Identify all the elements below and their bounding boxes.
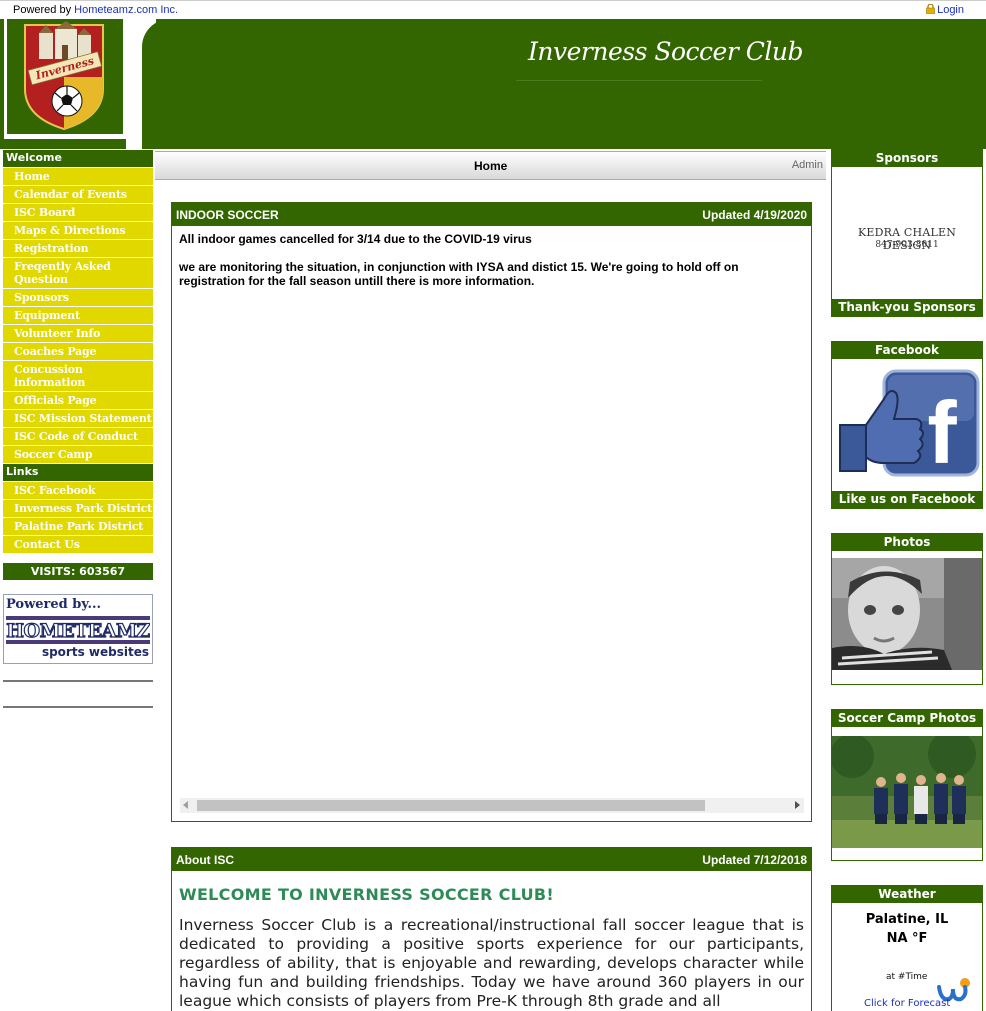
nav-divider-1: [3, 680, 153, 682]
scroll-right-arrow-icon[interactable]: [795, 801, 800, 809]
site-title: Inverness Soccer Club: [528, 37, 803, 66]
nav-home-link[interactable]: Home: [474, 159, 507, 173]
panel-body: All indoor games cancelled for 3/14 due …: [172, 226, 811, 294]
panel-title: About ISC: [176, 853, 234, 867]
facebook-like-image[interactable]: f: [832, 359, 982, 491]
nav-item-sponsors[interactable]: Sponsors: [3, 289, 153, 306]
weather-forecast-link[interactable]: Click for Forecast: [864, 998, 950, 1009]
photos-title: Photos: [832, 534, 982, 551]
badge-logo-text: HOMETEAMZ: [6, 620, 150, 642]
hometeamz-logo: HOMETEAMZ: [6, 616, 150, 644]
soccer-camp-photo[interactable]: [830, 730, 982, 848]
hometeamz-badge[interactable]: Powered by... HOMETEAMZ sports websites: [3, 594, 153, 664]
title-underline: [516, 80, 762, 81]
nav-item-mission[interactable]: ISC Mission Statement: [3, 410, 153, 427]
panel-header: INDOOR SOCCER Updated 4/19/2020: [172, 203, 811, 226]
logo-frame: Inverness: [4, 19, 126, 139]
indoor-soccer-panel: INDOOR SOCCER Updated 4/19/2020 All indo…: [171, 202, 812, 822]
nav-item-faq[interactable]: Freqently Asked Question: [3, 258, 153, 288]
weather-city: Palatine, IL: [865, 912, 949, 927]
nav-item-isc-facebook[interactable]: ISC Facebook: [3, 482, 153, 499]
nav-item-calendar[interactable]: Calendar of Events: [3, 186, 153, 203]
sponsors-box: Sponsors KEDRA CHALEN DESIGN 847-903-801…: [831, 149, 983, 317]
scrollbar-thumb[interactable]: [197, 800, 705, 811]
nav-item-coaches[interactable]: Coaches Page: [3, 343, 153, 360]
announcement-line-1: All indoor games cancelled for 3/14 due …: [179, 232, 532, 246]
nav-item-registration[interactable]: Registration: [3, 240, 153, 257]
nav-header-links: Links: [3, 464, 153, 481]
left-navigation: Welcome Home Calendar of Events ISC Boar…: [3, 150, 153, 708]
scroll-left-arrow-icon[interactable]: [183, 801, 188, 809]
nav-item-inverness-park[interactable]: Inverness Park District: [3, 500, 153, 517]
nav-header-welcome: Welcome: [3, 150, 153, 167]
about-text: Inverness Soccer Club is a recreational/…: [179, 916, 804, 1010]
nav-item-soccer-camp[interactable]: Soccer Camp: [3, 446, 153, 463]
panel-updated-date: Updated 4/19/2020: [702, 208, 807, 222]
weather-box: Weather Palatine, IL NA °F at #Time Clic…: [831, 885, 983, 1011]
visits-counter: VISITS: 603567: [3, 563, 153, 580]
nav-item-officials[interactable]: Officials Page: [3, 392, 153, 409]
powered-by-prefix: Powered by: [13, 4, 75, 16]
soccer-camp-title: Soccer Camp Photos: [832, 710, 982, 727]
soccer-camp-box: Soccer Camp Photos: [830, 709, 983, 861]
nav-item-home[interactable]: Home: [3, 168, 153, 185]
page-nav-bar: Home Admin: [155, 151, 826, 180]
header-curve-mask: [142, 19, 182, 149]
badge-sports-websites: sports websites: [41, 645, 149, 659]
nav-item-concussion[interactable]: Concussion information: [3, 361, 153, 391]
facebook-footer[interactable]: Like us on Facebook: [832, 491, 982, 508]
about-isc-panel: About ISC Updated 7/12/2018 WELCOME TO I…: [171, 847, 812, 1011]
nav-item-volunteer[interactable]: Volunteer Info: [3, 325, 153, 342]
nav-divider-2: [3, 706, 153, 708]
club-logo[interactable]: Inverness: [7, 19, 123, 134]
photos-box: Photos: [831, 533, 983, 685]
logo-background: Inverness: [7, 19, 123, 134]
svg-text:f: f: [927, 383, 957, 482]
weather-temperature: NA °F: [886, 931, 928, 946]
weather-time: at #Time: [886, 972, 928, 982]
nav-item-maps[interactable]: Maps & Directions: [3, 222, 153, 239]
login-link[interactable]: Login: [926, 4, 964, 16]
top-bar: Powered by Hometeamz.com Inc. Login: [0, 0, 986, 19]
horizontal-scrollbar[interactable]: [180, 798, 804, 813]
hometeamz-link[interactable]: Hometeamz.com Inc.: [74, 4, 178, 16]
powered-by-text: Powered by Hometeamz.com Inc.: [13, 4, 178, 16]
nav-item-palatine-park[interactable]: Palatine Park District: [3, 518, 153, 535]
sponsor-ad[interactable]: KEDRA CHALEN DESIGN 847-903-8011: [832, 167, 982, 299]
announcement-line-2: we are monitoring the situation, in conj…: [179, 260, 739, 288]
admin-link[interactable]: Admin: [792, 159, 823, 171]
login-label: Login: [937, 4, 964, 16]
weather-title: Weather: [832, 886, 982, 903]
facebook-title: Facebook: [832, 342, 982, 359]
site-header: Inverness Inverness Soccer Club: [0, 19, 986, 149]
nav-item-equipment[interactable]: Equipment: [3, 307, 153, 324]
facebook-thumbs-up-icon: f: [839, 369, 980, 482]
facebook-box: Facebook f Like us on Facebook: [831, 341, 983, 509]
nav-item-code-of-conduct[interactable]: ISC Code of Conduct: [3, 428, 153, 445]
badge-powered-by: Powered by...: [6, 597, 102, 612]
panel-updated-date: Updated 7/12/2018: [702, 853, 807, 867]
sponsors-title: Sponsors: [832, 150, 982, 167]
sponsor-phone: 847-903-8011: [875, 240, 939, 250]
nav-item-isc-board[interactable]: ISC Board: [3, 204, 153, 221]
lock-icon: [926, 4, 935, 14]
panel-header: About ISC Updated 7/12/2018: [172, 848, 811, 871]
sponsors-footer[interactable]: Thank-you Sponsors: [832, 299, 982, 316]
nav-item-contact-us[interactable]: Contact Us: [3, 536, 153, 553]
panel-title: INDOOR SOCCER: [176, 208, 279, 222]
photo-thumbnail[interactable]: [832, 558, 982, 670]
welcome-heading: WELCOME TO INVERNESS SOCCER CLUB!: [179, 885, 555, 904]
